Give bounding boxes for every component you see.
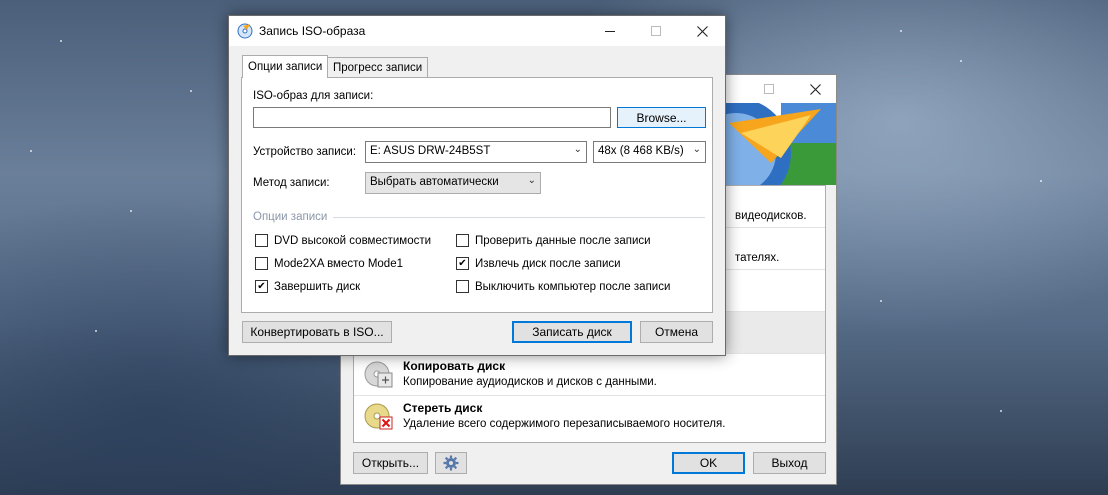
device-value: E: ASUS DRW-24B5ST	[370, 145, 491, 157]
task-title: Стереть диск	[403, 401, 483, 415]
open-button[interactable]: Открыть...	[353, 452, 428, 474]
dialog-title: Запись ISO-образа	[259, 24, 366, 38]
option-label: Проверить данные после записи	[475, 234, 651, 247]
maximize-icon[interactable]	[746, 75, 792, 103]
check-icon: ✔	[257, 280, 266, 292]
option-dvd-compat[interactable]: DVD высокой совместимости	[255, 234, 431, 247]
task-title: Копировать диск	[403, 359, 506, 373]
method-select[interactable]: Выбрать автоматически ⌄	[365, 172, 541, 194]
task-desc: тателях.	[735, 252, 780, 264]
option-finalize[interactable]: ✔ Завершить диск	[255, 280, 360, 293]
checkbox[interactable]	[255, 234, 268, 247]
list-item-copy-disc[interactable]: Копировать диск Копирование аудиодисков …	[354, 354, 825, 396]
task-desc: Удаление всего содержимого перезаписывае…	[403, 418, 726, 430]
burn-disc-button[interactable]: Записать диск	[512, 321, 632, 343]
erase-disc-icon	[364, 403, 393, 430]
option-mode2xa[interactable]: Mode2XA вместо Mode1	[255, 257, 403, 270]
method-value: Выбрать автоматически	[370, 176, 499, 188]
option-shutdown[interactable]: Выключить компьютер после записи	[456, 280, 670, 293]
chevron-down-icon: ⌄	[573, 144, 582, 155]
tab-panel: ISO-образ для записи: Browse... Устройст…	[241, 77, 713, 313]
checkbox[interactable]: ✔	[456, 257, 469, 270]
option-label: Завершить диск	[274, 280, 361, 293]
browse-button[interactable]: Browse...	[617, 107, 706, 128]
option-eject[interactable]: ✔ Извлечь диск после записи	[456, 257, 621, 270]
convert-to-iso-button[interactable]: Конвертировать в ISO...	[242, 321, 392, 343]
option-label: DVD высокой совместимости	[274, 234, 432, 247]
maximize-icon[interactable]	[633, 17, 679, 45]
check-icon: ✔	[458, 257, 467, 269]
option-verify[interactable]: Проверить данные после записи	[456, 234, 651, 247]
checkbox[interactable]	[255, 257, 268, 270]
chevron-down-icon: ⌄	[527, 175, 536, 186]
speed-select[interactable]: 48x (8 468 KB/s) ⌄	[593, 141, 706, 163]
burn-iso-dialog: Запись ISO-образа Опции записи Прогресс …	[228, 15, 726, 356]
option-label: Mode2XA вместо Mode1	[274, 257, 403, 270]
task-desc: Копирование аудиодисков и дисков с данны…	[403, 376, 657, 388]
tab-burn-options[interactable]: Опции записи	[242, 55, 329, 78]
iso-file-label: ISO-образ для записи:	[253, 90, 374, 102]
tab-burn-progress[interactable]: Прогресс записи	[327, 57, 429, 77]
option-label: Выключить компьютер после записи	[475, 280, 671, 293]
checkbox[interactable]	[456, 234, 469, 247]
iso-file-input[interactable]	[253, 107, 611, 128]
checkbox[interactable]	[456, 280, 469, 293]
copy-disc-icon	[364, 361, 393, 388]
device-select[interactable]: E: ASUS DRW-24B5ST ⌄	[365, 141, 587, 163]
cancel-button[interactable]: Отмена	[640, 321, 713, 343]
app-disc-icon	[237, 23, 253, 39]
checkbox[interactable]: ✔	[255, 280, 268, 293]
speed-value: 48x (8 468 KB/s)	[598, 145, 684, 157]
method-label: Метод записи:	[253, 177, 330, 189]
device-label: Устройство записи:	[253, 146, 357, 158]
options-group-heading: Опции записи	[253, 211, 328, 223]
close-icon[interactable]	[792, 75, 838, 103]
minimize-icon[interactable]	[587, 17, 633, 45]
settings-button[interactable]	[435, 452, 467, 474]
list-item-erase-disc[interactable]: Стереть диск Удаление всего содержимого …	[354, 396, 825, 438]
chevron-down-icon: ⌄	[692, 144, 701, 155]
option-label: Извлечь диск после записи	[475, 257, 621, 270]
dialog-titlebar: Запись ISO-образа	[229, 16, 725, 46]
exit-button[interactable]: Выход	[753, 452, 826, 474]
ok-button[interactable]: OK	[672, 452, 745, 474]
group-divider	[333, 217, 705, 218]
task-desc: видеодисков.	[735, 210, 807, 222]
gear-icon	[443, 455, 459, 471]
close-icon[interactable]	[679, 17, 725, 45]
